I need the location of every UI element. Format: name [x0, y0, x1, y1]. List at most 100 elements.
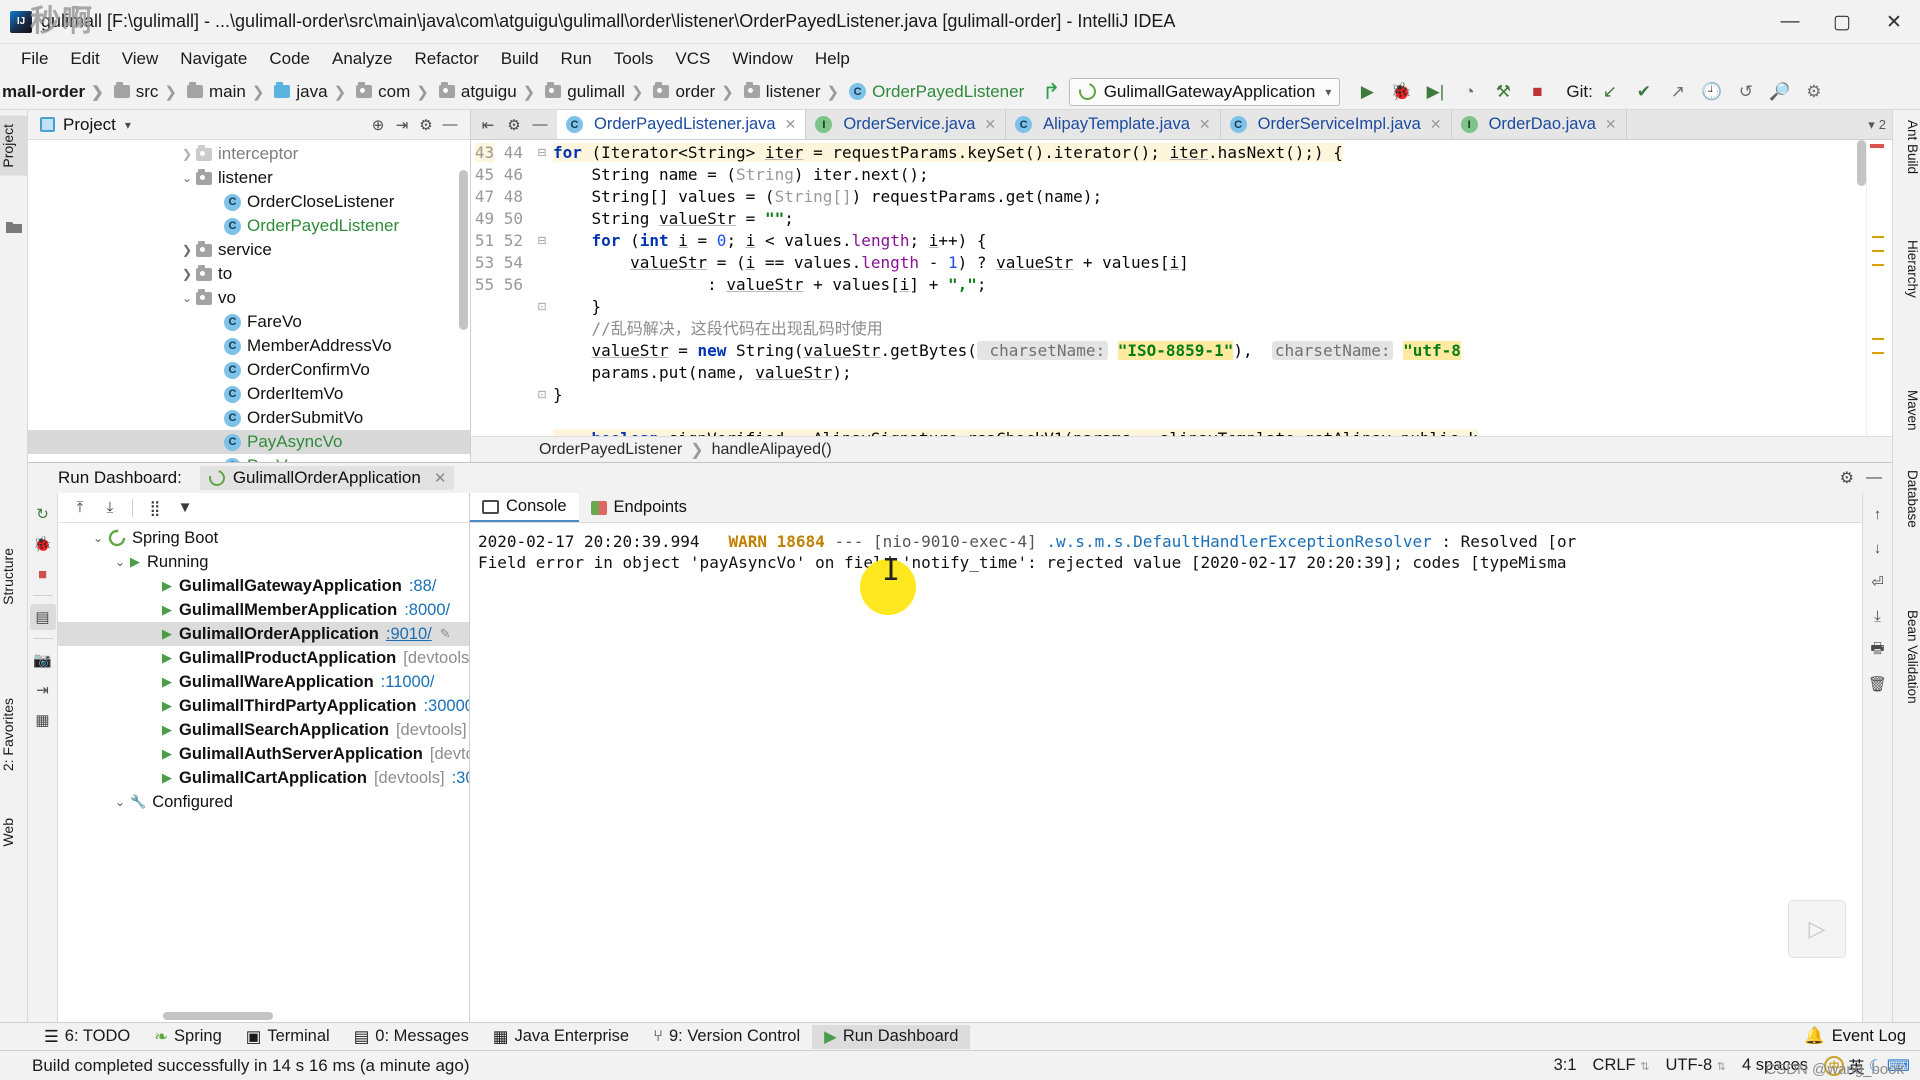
menu-run[interactable]: Run: [550, 46, 603, 72]
tree-item-order-payed-listener[interactable]: C OrderPayedListener: [28, 214, 470, 238]
run-dashboard-hscrollbar[interactable]: [163, 1012, 273, 1020]
git-push-button[interactable]: ↗: [1661, 77, 1695, 107]
run-with-coverage-button[interactable]: ▶|: [1418, 77, 1452, 107]
toolwindow-java-enterprise[interactable]: ▦ Java Enterprise: [481, 1025, 641, 1049]
close-icon[interactable]: ✕: [1605, 116, 1617, 133]
delete-icon[interactable]: 🗑: [1865, 671, 1891, 697]
toolwindow-spring[interactable]: ❧ Spring: [142, 1025, 234, 1049]
menu-vcs[interactable]: VCS: [664, 46, 721, 72]
breadcrumb-order[interactable]: order ❯: [651, 80, 741, 104]
breadcrumb-java[interactable]: java ❯: [272, 80, 354, 104]
grid-icon[interactable]: ▦: [30, 707, 56, 733]
floating-button[interactable]: ▷: [1788, 900, 1846, 958]
rd-item-member-app[interactable]: ▶ GulimallMemberApplication :8000/: [58, 598, 469, 622]
menu-navigate[interactable]: Navigate: [169, 46, 258, 72]
toolwindow-terminal[interactable]: ▣ Terminal: [234, 1025, 342, 1049]
breadcrumb-com[interactable]: com ❯: [354, 80, 437, 104]
chevron-down-icon[interactable]: ⌄: [178, 171, 196, 185]
git-update-button[interactable]: ↙: [1593, 77, 1627, 107]
soft-wrap-icon[interactable]: ⏎: [1865, 569, 1891, 595]
run-dashboard-tab[interactable]: GulimallOrderApplication ✕: [199, 466, 455, 490]
close-icon[interactable]: ✕: [434, 469, 447, 487]
rd-item-spring-boot[interactable]: ⌄ Spring Boot: [58, 526, 469, 550]
maximize-button[interactable]: ▢: [1816, 0, 1868, 44]
camera-icon[interactable]: 📷: [30, 647, 56, 673]
menu-code[interactable]: Code: [258, 46, 321, 72]
editor-tab-overflow[interactable]: ▾ 2: [1868, 110, 1892, 139]
tab-order-dao[interactable]: I OrderDao.java ✕: [1452, 110, 1627, 139]
tab-order-service-impl[interactable]: C OrderServiceImpl.java ✕: [1221, 110, 1452, 139]
caret-position[interactable]: 3:1: [1554, 1056, 1577, 1075]
toolwindow-run-dashboard[interactable]: ▶ Run Dashboard: [812, 1024, 971, 1049]
close-icon[interactable]: ✕: [1430, 116, 1442, 133]
run-configuration-selector[interactable]: GulimallGatewayApplication ▾: [1068, 77, 1341, 106]
rd-item-cart-app[interactable]: ▶ GulimallCartApplication [devtools] :30…: [58, 766, 469, 790]
run-button[interactable]: ▶: [1350, 77, 1384, 107]
tree-item-order-submit-vo[interactable]: C OrderSubmitVo: [28, 406, 470, 430]
chevron-down-icon[interactable]: ▾: [125, 118, 131, 132]
toolwindow-version-control[interactable]: ⑂ 9: Version Control: [641, 1025, 812, 1048]
rd-item-configured[interactable]: ⌄ 🔧 Configured: [58, 790, 469, 814]
error-marker-column[interactable]: [1866, 140, 1892, 436]
collapse-all-icon[interactable]: ⤓: [96, 495, 124, 521]
code-text[interactable]: for (Iterator<String> iter = requestPara…: [553, 140, 1892, 436]
profile-button[interactable]: ◔: [1452, 77, 1486, 107]
debug-button[interactable]: 🐞: [1384, 77, 1418, 107]
toolwindow-messages[interactable]: ▤ 0: Messages: [342, 1025, 481, 1049]
rd-item-gateway-app[interactable]: ▶ GulimallGatewayApplication :88/: [58, 574, 469, 598]
tree-item-vo[interactable]: ⌄ vo: [28, 286, 470, 310]
console-output[interactable]: 2020-02-17 20:20:39.994 WARN 18684 --- […: [470, 523, 1862, 1022]
settings-gear-icon[interactable]: ⚙: [1840, 468, 1854, 488]
tree-item-order-confirm-vo[interactable]: C OrderConfirmVo: [28, 358, 470, 382]
export-icon[interactable]: ⇥: [30, 677, 56, 703]
close-icon[interactable]: ✕: [1199, 116, 1211, 133]
warning-marker[interactable]: [1872, 236, 1884, 238]
filter-icon[interactable]: ▼: [171, 495, 199, 521]
menu-file[interactable]: File: [10, 46, 59, 72]
chevron-right-icon[interactable]: ❯: [178, 243, 196, 257]
chevron-down-icon[interactable]: ⌄: [110, 555, 130, 569]
search-everywhere-button[interactable]: 🔎: [1763, 77, 1797, 107]
rail-tab-web[interactable]: Web: [0, 810, 28, 855]
breadcrumb-main[interactable]: main ❯: [185, 80, 272, 104]
rd-item-search-app[interactable]: ▶ GulimallSearchApplication [devtools] :…: [58, 718, 469, 742]
chevron-right-icon[interactable]: ❯: [178, 147, 196, 161]
rd-item-product-app[interactable]: ▶ GulimallProductApplication [devtools] …: [58, 646, 469, 670]
rail-tab-hierarchy[interactable]: Hierarchy: [1892, 240, 1920, 298]
rail-tab-project[interactable]: Project: [0, 116, 28, 176]
warning-marker[interactable]: [1872, 352, 1884, 354]
locate-file-icon[interactable]: ⊕: [366, 113, 390, 137]
tab-alipay-template[interactable]: C AlipayTemplate.java ✕: [1006, 110, 1221, 139]
tree-item-to[interactable]: ❯ to: [28, 262, 470, 286]
tree-item-order-item-vo[interactable]: C OrderItemVo: [28, 382, 470, 406]
menu-help[interactable]: Help: [804, 46, 861, 72]
warning-marker[interactable]: [1872, 264, 1884, 266]
tree-item-service[interactable]: ❯ service: [28, 238, 470, 262]
menu-analyze[interactable]: Analyze: [321, 46, 403, 72]
back-arrow-icon[interactable]: ↰: [1042, 79, 1060, 105]
tree-item-fare-vo[interactable]: C FareVo: [28, 310, 470, 334]
tree-item-interceptor[interactable]: ❯ interceptor: [28, 142, 470, 166]
breadcrumb-class-name[interactable]: OrderPayedListener: [539, 441, 682, 459]
chevron-down-icon[interactable]: ⌄: [88, 531, 108, 545]
print-icon[interactable]: 🖶: [1865, 637, 1891, 663]
rail-tab-favorites[interactable]: 2: Favorites: [0, 690, 28, 779]
tree-item-order-close-listener[interactable]: C OrderCloseListener: [28, 190, 470, 214]
chevron-down-icon[interactable]: ⌄: [110, 795, 130, 809]
project-tree[interactable]: ❯ interceptor ⌄ listener C OrderCloseLis…: [28, 140, 470, 462]
event-log-button[interactable]: 🔔 Event Log: [1804, 1027, 1920, 1046]
expand-all-icon[interactable]: ⤒: [66, 495, 94, 521]
rail-tab-structure[interactable]: Structure: [0, 540, 28, 613]
git-commit-button[interactable]: ✔: [1627, 77, 1661, 107]
breadcrumb-listener[interactable]: listener ❯: [742, 80, 847, 104]
toolwindow-todo[interactable]: ☰ 6: TODO: [32, 1025, 142, 1049]
rd-item-order-app[interactable]: ▶ GulimallOrderApplication :9010/ ✎: [58, 622, 469, 646]
chevron-down-icon[interactable]: ▾: [1868, 117, 1875, 133]
close-button[interactable]: ✕: [1868, 0, 1920, 44]
run-dashboard-tree[interactable]: ⌄ Spring Boot ⌄ ▶ Running ▶ GulimallGate…: [58, 523, 469, 1022]
breadcrumb-src[interactable]: src ❯: [112, 80, 185, 104]
breadcrumb-class[interactable]: C OrderPayedListener: [847, 80, 1026, 104]
tree-item-pay-vo[interactable]: C PayVo: [28, 454, 470, 462]
settings-button[interactable]: ⚙: [1797, 77, 1831, 107]
scroll-to-end-icon[interactable]: ⤓: [1865, 603, 1891, 629]
